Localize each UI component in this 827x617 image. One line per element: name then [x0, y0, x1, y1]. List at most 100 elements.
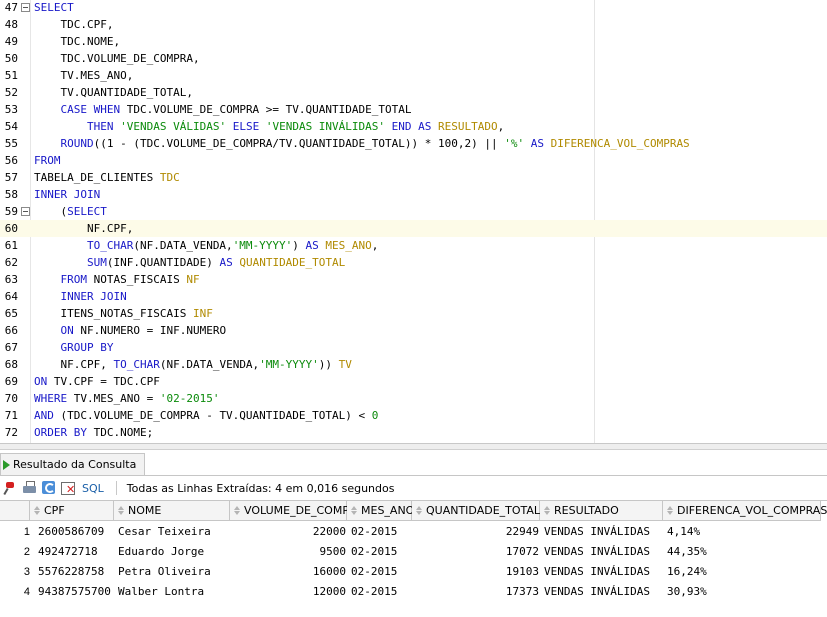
table-cell[interactable]: 94387575700 [30, 582, 114, 602]
column-header-resultado[interactable]: RESULTADO [540, 501, 663, 521]
table-cell[interactable]: 12000 [230, 582, 347, 602]
code-text[interactable]: TDC.VOLUME_DE_COMPRA, [34, 50, 199, 67]
code-text[interactable]: ITENS_NOTAS_FISCAIS INF [34, 305, 212, 322]
table-cell[interactable]: VENDAS INVÁLIDAS [540, 582, 663, 602]
sort-icon[interactable] [416, 506, 423, 515]
code-text[interactable]: ROUND((1 - (TDC.VOLUME_DE_COMPRA/TV.QUAN… [34, 135, 690, 152]
code-line[interactable]: 65 ITENS_NOTAS_FISCAIS INF [0, 305, 827, 322]
column-header-quantidade-total[interactable]: QUANTIDADE_TOTAL [412, 501, 540, 521]
code-text[interactable]: GROUP BY [34, 339, 114, 356]
code-line[interactable]: 58 INNER JOIN [0, 186, 827, 203]
code-text[interactable]: CASE WHEN TDC.VOLUME_DE_COMPRA >= TV.QUA… [34, 101, 412, 118]
code-line[interactable]: 55 ROUND((1 - (TDC.VOLUME_DE_COMPRA/TV.Q… [0, 135, 827, 152]
table-cell[interactable]: 22949 [412, 522, 540, 542]
table-cell[interactable]: 9500 [230, 542, 347, 562]
sql-editor[interactable]: 47 SELECT 48 TDC.CPF, 49 TDC.NOME, 50 TDC.VO… [0, 0, 827, 443]
code-text[interactable]: WHERE TV.MES_ANO = '02-2015' [34, 390, 219, 407]
column-header-nome[interactable]: NOME [114, 501, 230, 521]
row-number[interactable]: 2 [0, 542, 30, 562]
code-line[interactable]: 60 NF.CPF, [0, 220, 827, 237]
table-cell[interactable]: VENDAS INVÁLIDAS [540, 562, 663, 582]
column-header-mes-ano[interactable]: MES_ANO [347, 501, 414, 521]
sort-icon[interactable] [234, 506, 241, 515]
code-line[interactable]: 71 AND (TDC.VOLUME_DE_COMPRA - TV.QUANTID… [0, 407, 827, 424]
table-cell[interactable]: Petra Oliveira [114, 562, 230, 582]
sort-icon[interactable] [34, 506, 41, 515]
table-cell[interactable]: 16,24% [663, 562, 821, 582]
code-line[interactable]: 68 NF.CPF, TO_CHAR(NF.DATA_VENDA,'MM-YYY… [0, 356, 827, 373]
code-text[interactable]: TDC.CPF, [34, 16, 113, 33]
code-text[interactable]: SUM(INF.QUANTIDADE) AS QUANTIDADE_TOTAL [34, 254, 345, 271]
table-cell[interactable]: 19103 [412, 562, 540, 582]
table-cell[interactable]: VENDAS INVÁLIDAS [540, 522, 663, 542]
row-number[interactable]: 4 [0, 582, 30, 602]
tab-query-result[interactable]: Resultado da Consulta [0, 453, 146, 476]
code-text[interactable]: (SELECT [34, 203, 106, 220]
table-cell[interactable]: 30,93% [663, 582, 821, 602]
table-cell[interactable]: Cesar Teixeira [114, 522, 230, 542]
clear-results-icon[interactable]: ✕ [60, 480, 76, 496]
code-line[interactable]: 61 TO_CHAR(NF.DATA_VENDA,'MM-YYYY') AS M… [0, 237, 827, 254]
code-text[interactable]: THEN 'VENDAS VÁLIDAS' ELSE 'VENDAS INVÁL… [34, 118, 504, 135]
code-text[interactable]: TABELA_DE_CLIENTES TDC [34, 169, 180, 186]
table-cell[interactable]: 02-2015 [347, 562, 412, 582]
fold-toggle-icon[interactable] [21, 3, 30, 12]
code-line[interactable]: 47 SELECT [0, 0, 827, 16]
row-number[interactable]: 1 [0, 522, 30, 542]
code-line[interactable]: 70 WHERE TV.MES_ANO = '02-2015' [0, 390, 827, 407]
print-icon[interactable] [22, 480, 38, 496]
refresh-icon[interactable] [41, 480, 57, 496]
code-text[interactable]: NF.CPF, [34, 220, 133, 237]
fold-toggle-icon[interactable] [21, 207, 30, 216]
table-cell[interactable]: 2600586709 [30, 522, 114, 542]
code-text[interactable]: ON NF.NUMERO = INF.NUMERO [34, 322, 227, 339]
code-line[interactable]: 62 SUM(INF.QUANTIDADE) AS QUANTIDADE_TOT… [0, 254, 827, 271]
table-cell[interactable]: 16000 [230, 562, 347, 582]
table-cell[interactable]: 5576228758 [30, 562, 114, 582]
table-cell[interactable]: 4,14% [663, 522, 821, 542]
table-cell[interactable]: VENDAS INVÁLIDAS [540, 542, 663, 562]
code-line[interactable]: 69 ON TV.CPF = TDC.CPF [0, 373, 827, 390]
column-header-volume-de-compra[interactable]: VOLUME_DE_COMPRA [230, 501, 364, 521]
code-line[interactable]: 57 TABELA_DE_CLIENTES TDC [0, 169, 827, 186]
table-cell[interactable]: Walber Lontra [114, 582, 230, 602]
code-line[interactable]: 53 CASE WHEN TDC.VOLUME_DE_COMPRA >= TV.… [0, 101, 827, 118]
sort-icon[interactable] [118, 506, 125, 515]
table-cell[interactable]: 492472718 [30, 542, 114, 562]
code-line[interactable]: 50 TDC.VOLUME_DE_COMPRA, [0, 50, 827, 67]
row-number[interactable]: 3 [0, 562, 30, 582]
code-line[interactable]: 48 TDC.CPF, [0, 16, 827, 33]
code-line[interactable]: 72 ORDER BY TDC.NOME; [0, 424, 827, 441]
code-text[interactable]: ON TV.CPF = TDC.CPF [34, 373, 160, 390]
column-header-cpf[interactable]: CPF [30, 501, 114, 521]
sort-icon[interactable] [351, 506, 358, 515]
table-cell[interactable]: 17373 [412, 582, 540, 602]
code-text[interactable]: AND (TDC.VOLUME_DE_COMPRA - TV.QUANTIDAD… [34, 407, 378, 424]
code-line[interactable]: 66 ON NF.NUMERO = INF.NUMERO [0, 322, 827, 339]
code-text[interactable]: NF.CPF, TO_CHAR(NF.DATA_VENDA,'MM-YYYY')… [34, 356, 351, 373]
column-header-diferenca-vol-compras[interactable]: DIFERENCA_VOL_COMPRAS [663, 501, 827, 521]
table-cell[interactable]: Eduardo Jorge [114, 542, 230, 562]
code-line[interactable]: 59 (SELECT [0, 203, 827, 220]
code-text[interactable]: FROM NOTAS_FISCAIS NF [34, 271, 200, 288]
table-cell[interactable]: 02-2015 [347, 542, 412, 562]
code-text[interactable]: INNER JOIN [34, 288, 127, 305]
row-number-header[interactable] [0, 501, 30, 521]
pin-icon[interactable] [3, 480, 19, 496]
table-cell[interactable]: 17072 [412, 542, 540, 562]
code-line[interactable]: 51 TV.MES_ANO, [0, 67, 827, 84]
sql-button[interactable]: SQL [82, 482, 104, 495]
table-cell[interactable]: 44,35% [663, 542, 821, 562]
code-text[interactable]: INNER JOIN [34, 186, 100, 203]
code-text[interactable]: TV.QUANTIDADE_TOTAL, [34, 84, 192, 101]
code-text[interactable]: ORDER BY TDC.NOME; [34, 424, 153, 441]
code-text[interactable]: TV.MES_ANO, [34, 67, 133, 84]
code-line[interactable]: 67 GROUP BY [0, 339, 827, 356]
sort-icon[interactable] [667, 506, 674, 515]
sort-icon[interactable] [544, 506, 551, 515]
code-line[interactable]: 54 THEN 'VENDAS VÁLIDAS' ELSE 'VENDAS IN… [0, 118, 827, 135]
code-text[interactable]: FROM [34, 152, 61, 169]
code-line[interactable]: 49 TDC.NOME, [0, 33, 827, 50]
results-grid[interactable]: CPF NOME VOLUME_DE_COMPRA MES_ANO QUANTIDADE… [0, 500, 827, 617]
splitter[interactable] [0, 443, 827, 450]
